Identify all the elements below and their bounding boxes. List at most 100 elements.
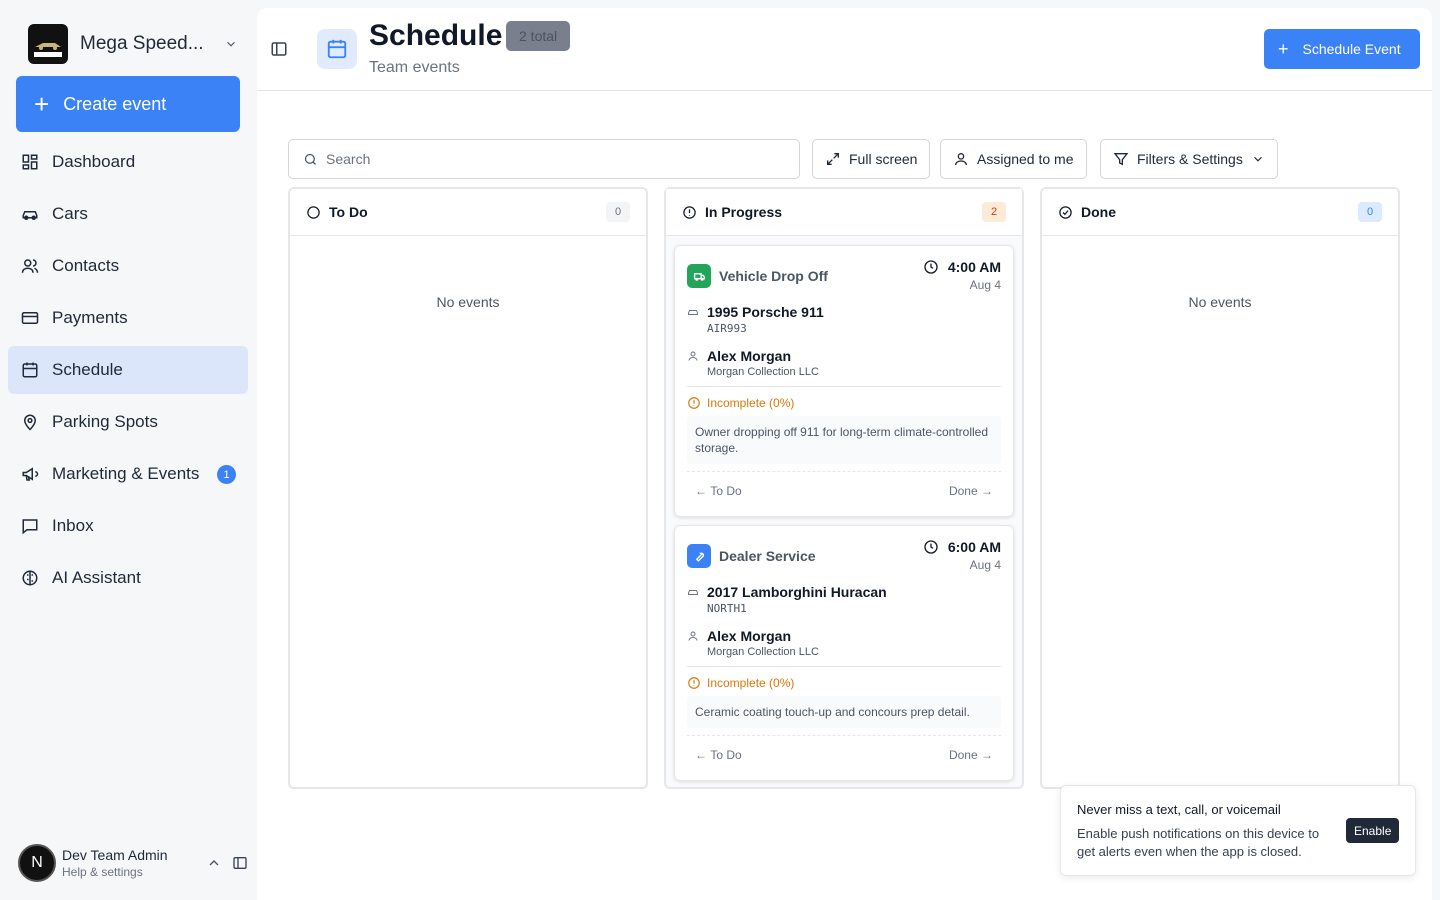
sidebar-item-label: Inbox [52,516,94,535]
user-menu[interactable]: N Dev Team Admin Help & settings [18,842,248,884]
wrench-icon [687,544,711,568]
move-to-todo-button[interactable]: ← To Do [695,484,742,498]
event-card[interactable]: Dealer Service 6:00 AM Aug 4 2017 Lambor… [674,525,1014,781]
full-screen-button[interactable]: Full screen [812,139,931,179]
event-type: Vehicle Drop Off [687,264,828,288]
completion-status: Incomplete (0%) [687,676,794,690]
event-type-label: Vehicle Drop Off [719,268,828,284]
chevron-down-icon [227,41,235,47]
sidebar-item-inbox[interactable]: Inbox [8,502,248,550]
event-time-label: 6:00 AM [947,539,1001,555]
assigned-to-me-label: Assigned to me [977,151,1074,167]
column-in-progress: In Progress 2 Vehicle Drop Off 4:00 AM A… [664,187,1024,789]
sidebar-item-dashboard[interactable]: Dashboard [8,138,248,186]
sidebar-toggle-icon[interactable] [270,40,288,58]
sidebar-item-label: Parking Spots [52,412,158,431]
contacts-icon [20,256,40,276]
push-notification-prompt: Never miss a text, call, or voicemail En… [1060,785,1416,876]
column-title: To Do [329,204,368,220]
event-type-label: Dealer Service [719,548,816,564]
car-icon [688,590,698,595]
event-date: Aug 4 [969,558,1001,572]
contact-name: Alex Morgan [707,628,792,644]
workspace-switcher[interactable]: Mega Speed... [28,24,238,64]
sidebar-item-ai-assistant[interactable]: AI Assistant [8,554,248,602]
user-icon [955,153,967,166]
column-title: Done [1081,204,1116,220]
move-to-done-button[interactable]: Done → [949,748,993,762]
car-icon [687,264,711,288]
empty-state: No events [1188,294,1252,310]
status-label: Incomplete (0%) [707,676,795,690]
main-panel: Schedule 2 total Team events + Schedule … [257,8,1432,900]
event-note: Owner dropping off 911 for long-term cli… [687,416,1001,464]
create-event-button[interactable]: + Create event [16,76,240,132]
car-name: 2017 Lamborghini Huracan [707,584,887,600]
event-date: Aug 4 [969,278,1001,292]
event-time: 6:00 AM Aug 4 [923,539,1001,572]
divider [687,386,1001,387]
sidebar: Mega Speed... + Create event Dashboard C… [0,0,256,900]
notification-badge: 1 [217,465,236,484]
calendar-icon [317,29,357,69]
check-circle-icon [1059,205,1072,219]
schedule-event-button[interactable]: + Schedule Event [1264,29,1420,69]
sidebar-item-label: AI Assistant [52,568,141,587]
alert-circle-icon [688,677,700,689]
arrow-left-icon: ← [695,748,711,762]
divider [687,735,1001,736]
chevron-down-icon [1253,156,1262,162]
sidebar-toggle-icon[interactable] [232,855,248,871]
user-name: Dev Team Admin [62,847,168,863]
column-count: 0 [1358,202,1382,222]
event-car: 2017 Lamborghini Huracan NORTH1 [687,584,887,615]
column-count: 0 [606,202,630,222]
search-input[interactable] [326,151,766,167]
megaphone-icon [20,464,40,484]
contact-company: Morgan Collection LLC [707,366,819,378]
alert-circle-icon [688,397,700,409]
user-info: Dev Team Admin Help & settings [62,847,196,879]
user-icon [688,631,698,641]
calendar-icon [20,360,40,380]
clock-icon [924,260,938,274]
brain-icon [20,568,40,588]
sidebar-item-cars[interactable]: Cars [8,190,248,238]
column-header: To Do 0 [290,189,646,236]
brand-logo [28,24,68,64]
sidebar-item-parking-spots[interactable]: Parking Spots [8,398,248,446]
assigned-to-me-button[interactable]: Assigned to me [940,139,1087,179]
sidebar-item-schedule[interactable]: Schedule [8,346,248,394]
event-time-label: 4:00 AM [947,259,1001,275]
sidebar-nav: Dashboard Cars Contacts Payments Schedul… [8,138,248,606]
search-box[interactable] [288,139,800,179]
sidebar-item-contacts[interactable]: Contacts [8,242,248,290]
event-note: Ceramic coating touch-up and concours pr… [687,696,1001,728]
event-contact: Alex Morgan Morgan Collection LLC [687,348,819,378]
event-car: 1995 Porsche 911 AIR993 [687,304,824,335]
page-subtitle: Team events [369,59,460,76]
filters-settings-button[interactable]: Filters & Settings [1100,139,1278,179]
car-plate: NORTH1 [707,602,747,615]
move-to-done-button[interactable]: Done → [949,484,993,498]
brand-logo-mark [31,29,65,59]
car-icon [20,204,40,224]
credit-card-icon [20,308,40,328]
move-to-todo-button[interactable]: ← To Do [695,748,742,762]
event-card[interactable]: Vehicle Drop Off 4:00 AM Aug 4 1995 Pors… [674,245,1014,517]
divider [687,471,1001,472]
user-icon [688,351,698,361]
enable-notifications-button[interactable]: Enable [1346,818,1400,843]
sidebar-item-label: Schedule [52,360,123,379]
car-name: 1995 Porsche 911 [707,304,824,320]
sidebar-item-payments[interactable]: Payments [8,294,248,342]
column-title: In Progress [705,204,783,220]
sidebar-item-label: Marketing & Events [52,464,200,483]
sidebar-item-marketing-events[interactable]: Marketing & Events 1 [8,450,248,498]
filters-settings-label: Filters & Settings [1137,151,1243,167]
sidebar-item-label: Payments [52,308,128,327]
page-header: Schedule 2 total Team events + Schedule … [257,8,1432,91]
sidebar-item-label: Dashboard [52,152,136,171]
car-icon [688,310,698,315]
expand-icon [827,153,839,165]
